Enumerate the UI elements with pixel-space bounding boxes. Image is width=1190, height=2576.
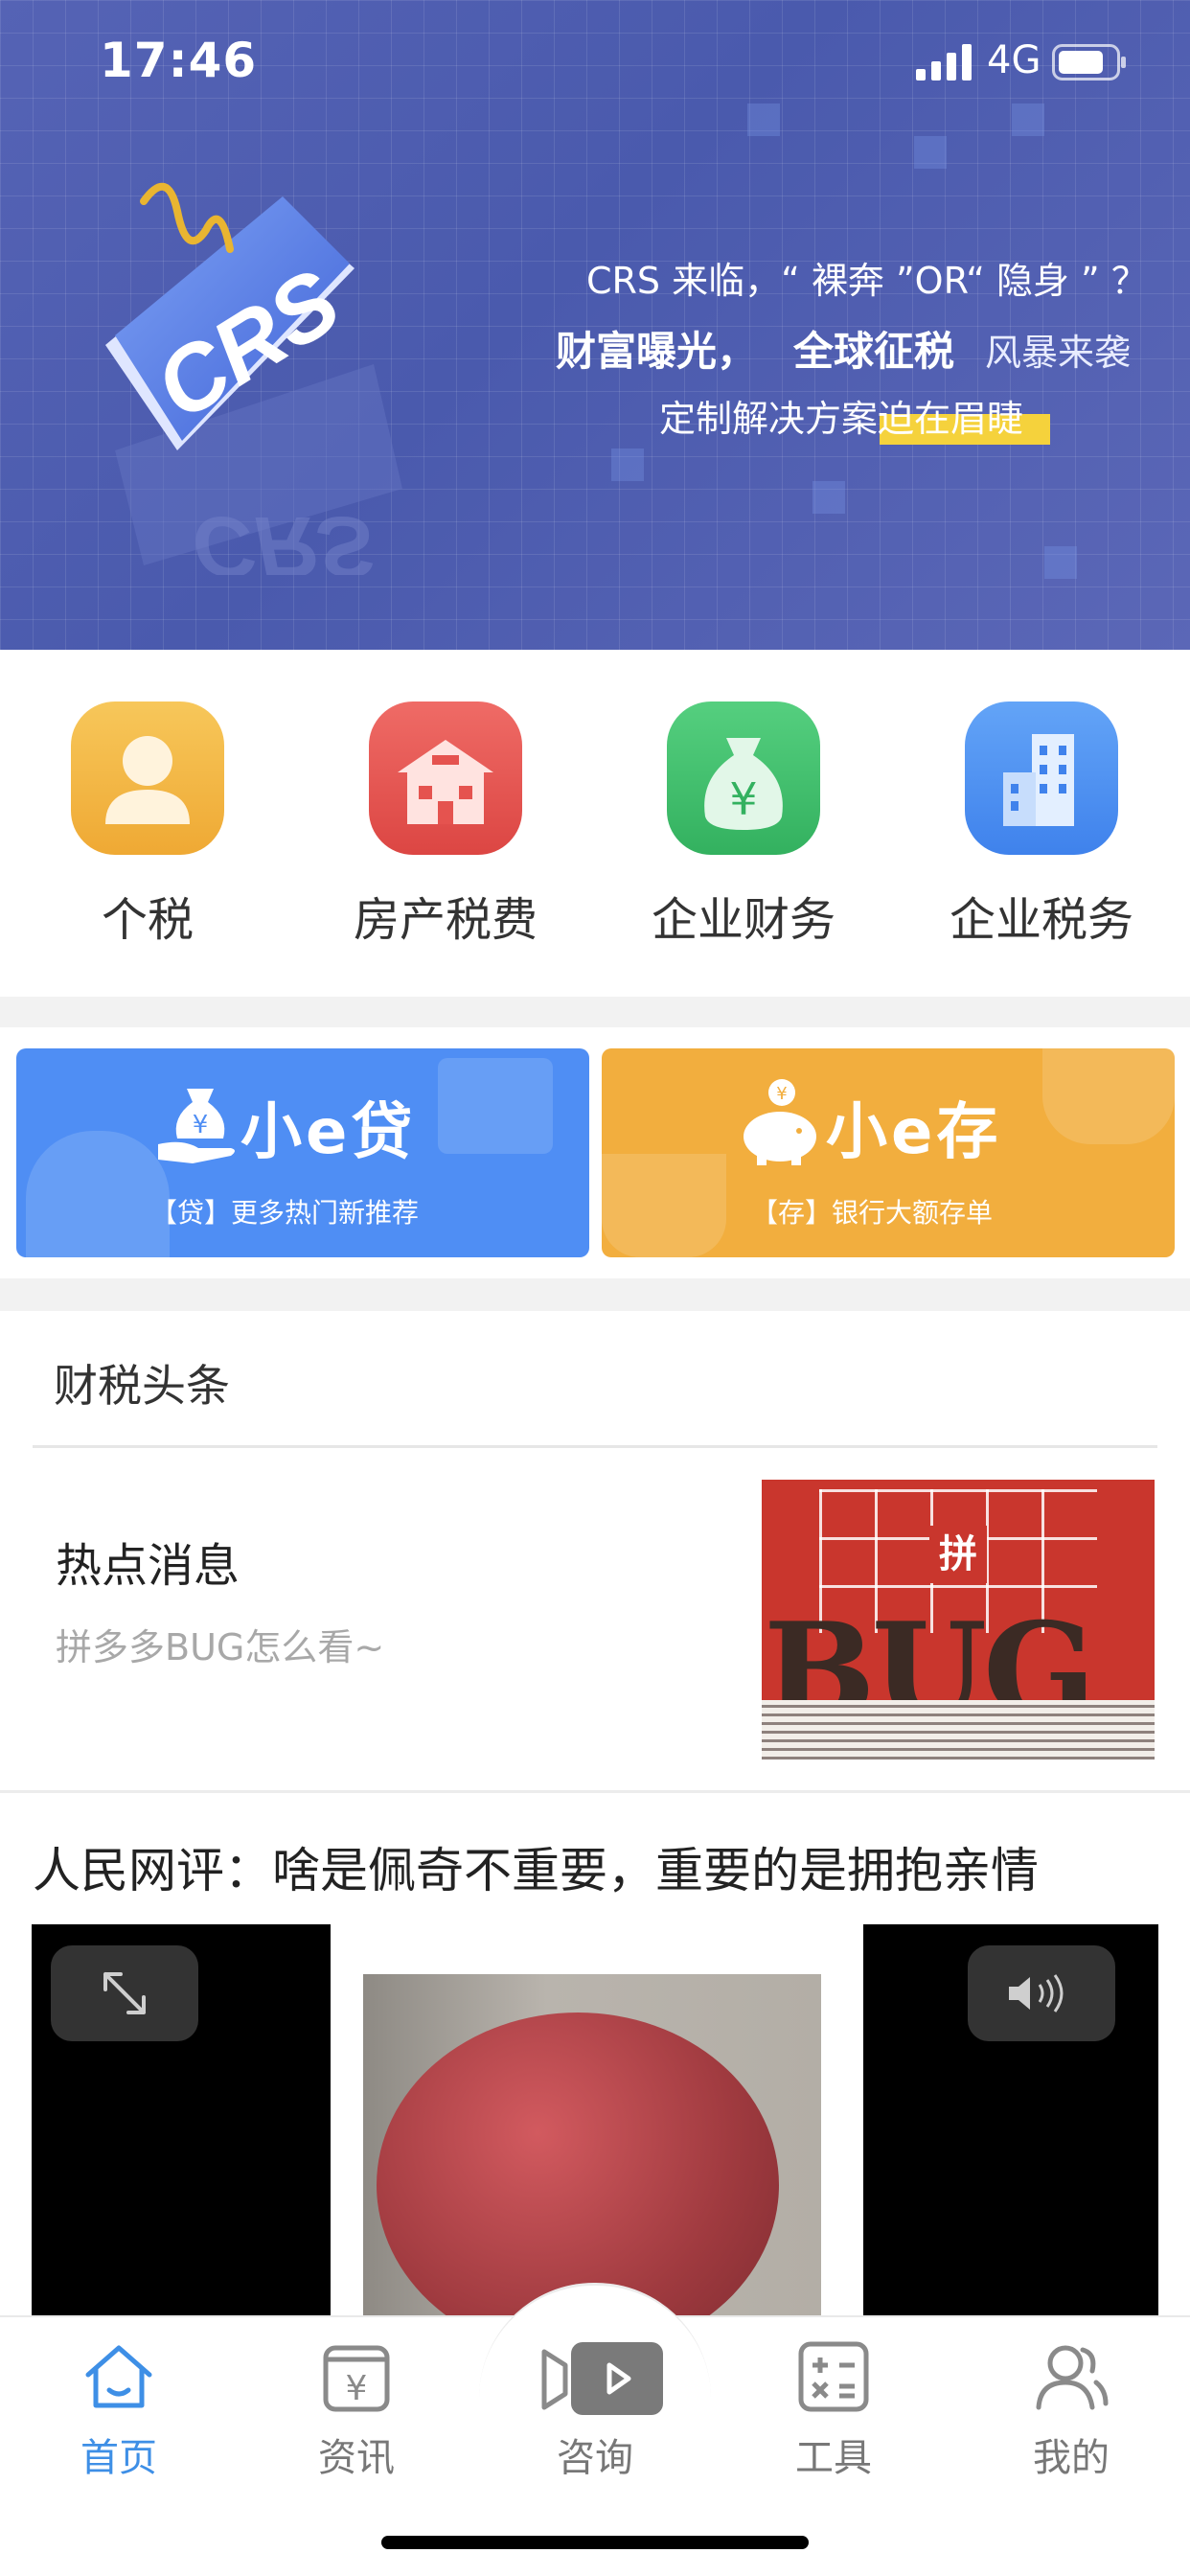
- volume-button[interactable]: [968, 1945, 1115, 2041]
- house-icon: [369, 702, 522, 855]
- promo-card-deposit[interactable]: ¥ 小e存 【存】银行大额存单: [602, 1048, 1175, 1257]
- expand-icon: [103, 1972, 146, 2014]
- divider: [0, 1790, 1190, 1793]
- promo-subtitle: 【存】银行大额存单: [751, 1197, 994, 1229]
- news-section-header: 财税头条: [54, 1360, 230, 1412]
- tab-label: 咨询: [557, 2436, 633, 2480]
- hero-banner[interactable]: 17:46 4G CRS CRS CRS 来临，“ 裸奔 ”OR“ 隐身 ” ？…: [0, 0, 1190, 650]
- banner-deco-square: [812, 481, 845, 514]
- video-consult-icon: [541, 2342, 663, 2415]
- quick-entry-corporate-tax[interactable]: 企业税务: [927, 702, 1156, 949]
- banner-line-2a: 财富曝光，: [556, 328, 758, 375]
- svg-text:¥: ¥: [729, 773, 757, 825]
- hot-news-subtitle: 拼多多BUG怎么看~: [56, 1626, 385, 1668]
- status-bar: 17:46 4G: [0, 0, 1190, 126]
- fullscreen-button[interactable]: [51, 1945, 198, 2041]
- quick-entry-label: 企业税务: [949, 893, 1133, 947]
- promo-deco-shape: [438, 1058, 553, 1154]
- section-separator: [0, 1278, 1190, 1311]
- video-subject: [377, 2012, 779, 2317]
- divider: [33, 1445, 1157, 1448]
- tab-consult[interactable]: 咨询: [499, 2338, 691, 2482]
- banner-line-1: CRS 来临，“ 裸奔 ”OR“ 隐身 ” ？: [586, 260, 1148, 302]
- users-icon: [1036, 2345, 1109, 2410]
- promo-deco-shape: [602, 1154, 726, 1257]
- hand-money-icon: ¥: [158, 1089, 235, 1163]
- yuan-news-icon: ¥: [323, 2345, 390, 2412]
- battery-icon: [1052, 44, 1126, 80]
- hot-news-title: 热点消息: [56, 1539, 240, 1593]
- promo-title: 小e存: [826, 1097, 1002, 1168]
- speaker-icon: [1009, 1974, 1064, 2012]
- building-icon: [965, 702, 1118, 855]
- banner-deco-square: [611, 448, 644, 481]
- promo-subtitle: 【贷】更多热门新推荐: [150, 1197, 420, 1229]
- quick-entry-label: 个税: [101, 893, 194, 947]
- video-player[interactable]: [32, 1924, 1158, 2317]
- status-time: 17:46: [100, 33, 258, 88]
- money-bag-icon: ¥: [667, 702, 820, 855]
- banner-deco-square: [914, 136, 947, 169]
- network-type: 4G: [987, 38, 1041, 82]
- banner-line-2c: 风暴来袭: [985, 332, 1132, 374]
- tab-label: 资讯: [318, 2436, 395, 2480]
- video-still: [363, 1974, 821, 2317]
- tab-label: 首页: [80, 2436, 157, 2480]
- tab-news[interactable]: ¥ 资讯: [261, 2338, 452, 2482]
- tab-label: 我的: [1033, 2436, 1110, 2480]
- promo-deco-shape: [1042, 1048, 1175, 1144]
- quick-entry-corporate-finance[interactable]: ¥ 企业财务: [629, 702, 858, 949]
- thumbnail-center-char: 拼: [929, 1526, 987, 1583]
- quick-entry-label: 企业财务: [651, 893, 835, 947]
- video-frame: [331, 1924, 863, 2317]
- quick-entry-label: 房产税费: [353, 893, 538, 947]
- banner-deco-square: [1044, 546, 1077, 579]
- svg-text:CRS: CRS: [192, 498, 374, 575]
- thumbnail-reflection: [762, 1700, 1155, 1760]
- hot-news-thumbnail: 拼 BUG: [762, 1480, 1155, 1760]
- section-separator: [0, 997, 1190, 1027]
- banner-line-3: 定制解决方案迫在眉睫: [659, 398, 1024, 440]
- svg-text:¥: ¥: [776, 1084, 787, 1104]
- tab-tools[interactable]: 工具: [738, 2338, 929, 2482]
- tab-mine[interactable]: 我的: [975, 2338, 1167, 2482]
- piggy-bank-icon: ¥: [744, 1079, 816, 1165]
- promo-card-loan[interactable]: ¥ 小e贷 【贷】更多热门新推荐: [16, 1048, 589, 1257]
- tab-home[interactable]: 首页: [23, 2338, 215, 2482]
- calculator-icon: [798, 2341, 869, 2412]
- video-news-title[interactable]: 人民网评：啥是佩奇不重要，重要的是拥抱亲情: [33, 1832, 1039, 1901]
- home-icon: [85, 2345, 152, 2408]
- banner-line-2b: 全球征税: [793, 328, 955, 375]
- svg-text:¥: ¥: [193, 1111, 209, 1139]
- promo-section: ¥ 小e贷 【贷】更多热门新推荐 ¥ 小e存 【存】银行大额存单: [0, 1027, 1190, 1278]
- promo-deco-shape: [26, 1131, 170, 1257]
- promo-title: 小e贷: [240, 1097, 417, 1168]
- person-icon: [71, 702, 224, 855]
- tab-label: 工具: [795, 2436, 872, 2480]
- signal-icon: [916, 44, 972, 80]
- quick-entry-grid: 个税 房产税费 ¥ 企业财务 企业税务: [0, 650, 1190, 997]
- crs-logo-card: CRS CRS: [105, 182, 402, 575]
- quick-entry-personal-tax[interactable]: 个税: [33, 702, 263, 949]
- home-indicator[interactable]: [381, 2536, 809, 2549]
- quick-entry-property-tax[interactable]: 房产税费: [331, 702, 561, 949]
- svg-text:¥: ¥: [346, 2369, 368, 2408]
